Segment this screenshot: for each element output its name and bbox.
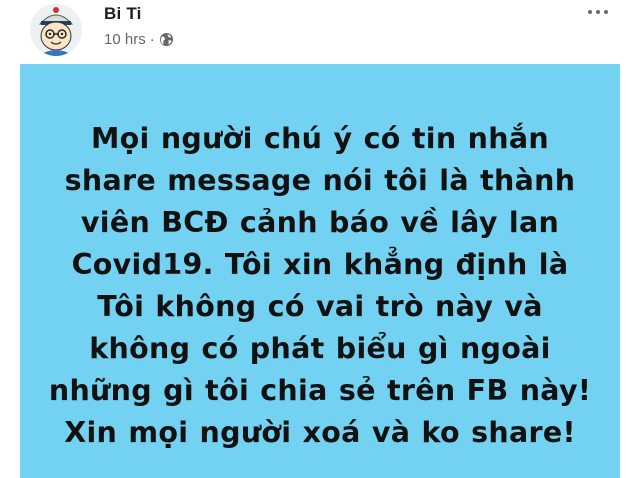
- more-dot: [596, 10, 600, 14]
- author-name[interactable]: Bi Ti: [104, 4, 142, 24]
- status-text: Mọi người chú ý có tin nhắn share messag…: [48, 122, 592, 449]
- more-dot: [588, 10, 592, 14]
- globe-icon[interactable]: [159, 32, 174, 47]
- author-avatar-icon[interactable]: [30, 4, 82, 56]
- post-timestamp[interactable]: 10 hrs: [104, 31, 146, 48]
- post-header: Bi Ti 10 hrs ·: [0, 0, 640, 62]
- more-dot: [604, 10, 608, 14]
- meta-separator: ·: [149, 30, 155, 48]
- post-meta: 10 hrs ·: [104, 30, 174, 48]
- more-options-icon[interactable]: [584, 4, 612, 20]
